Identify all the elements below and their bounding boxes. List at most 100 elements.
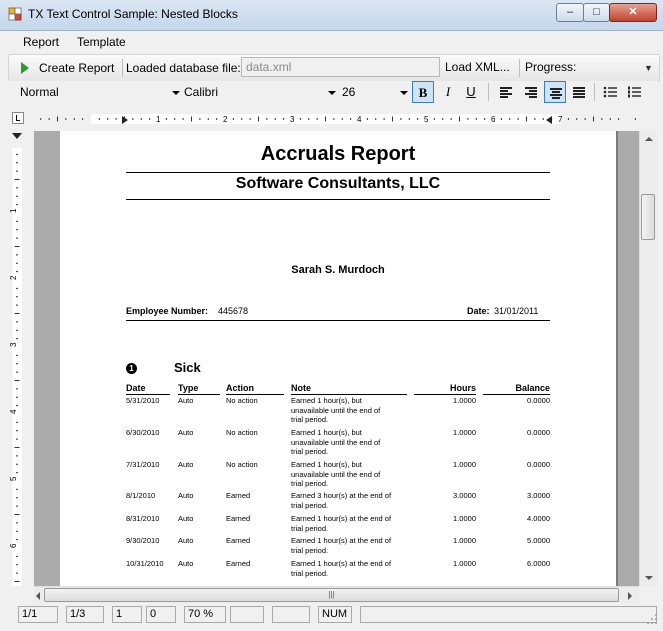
- align-right-button[interactable]: [520, 81, 542, 103]
- ruler-label: 1: [9, 208, 18, 213]
- cell-note-line: Earned 1 hour(s) at the end of: [291, 536, 392, 545]
- maximize-button[interactable]: □: [583, 3, 610, 22]
- status-page: 1/1: [18, 606, 58, 623]
- create-report-button[interactable]: Create Report: [17, 58, 121, 78]
- style-select[interactable]: Normal: [16, 83, 184, 102]
- cell-note-line: trial period.: [291, 545, 329, 555]
- cell-hours: 1.0000: [453, 428, 476, 437]
- toolbar-separator: [488, 83, 489, 101]
- cell-balance: 0.0000: [527, 396, 550, 405]
- status-num-lock: NUM: [318, 606, 352, 623]
- table-row: 5/31/2010 Auto No action Earned 1 hour(s), …: [60, 396, 616, 426]
- cell-hours: 1.0000: [453, 559, 476, 568]
- status-zoom: 70 %: [184, 606, 226, 623]
- table-row: 7/31/2010 Auto No action Earned 1 hour(s), …: [60, 460, 616, 490]
- cell-date: 10/31/2010: [126, 559, 164, 568]
- bold-button[interactable]: B: [412, 81, 434, 103]
- play-icon: [21, 62, 29, 74]
- menu-template[interactable]: Template: [77, 35, 126, 49]
- cell-type: Auto: [178, 396, 194, 405]
- cell-balance: 3.0000: [527, 491, 550, 500]
- horizontal-scrollbar[interactable]: |||: [34, 586, 639, 604]
- cell-hours: 3.0000: [453, 491, 476, 500]
- ruler-label: 3: [290, 115, 295, 124]
- progress-label: Progress:: [525, 60, 577, 74]
- status-column: 0: [146, 606, 176, 623]
- cell-hours: 1.0000: [453, 514, 476, 523]
- format-toolbar: Normal Calibri 26 B I U: [8, 81, 658, 105]
- cell-note-line: Earned 1 hour(s) at the end of: [291, 514, 392, 523]
- ruler-label: 4: [9, 409, 18, 414]
- toolbar-separator: [122, 59, 123, 77]
- cell-note-line: Earned 1 hour(s), but: [291, 396, 362, 405]
- tab-stop-selector[interactable]: [12, 112, 24, 124]
- table-row: 10/31/2010 Auto Earned Earned 1 hour(s) at …: [60, 559, 616, 586]
- cell-action: Earned: [226, 514, 251, 523]
- cell-type: Auto: [178, 491, 194, 500]
- top-margin-marker: [12, 133, 22, 139]
- cell-action: No action: [226, 396, 258, 405]
- align-left-button[interactable]: [495, 81, 517, 103]
- indent-marker: [546, 116, 552, 124]
- horizontal-ruler-ticks: 1 2 3 4 5 6 7: [40, 115, 636, 124]
- main-toolbar: Create Report Loaded database file: Load…: [8, 54, 660, 82]
- document-viewport[interactable]: Accruals Report Software Consultants, LL…: [34, 131, 639, 586]
- scroll-right-icon[interactable]: [624, 587, 636, 604]
- chevron-down-icon: [172, 91, 180, 95]
- toolbar-overflow-icon[interactable]: ▼: [644, 63, 653, 73]
- scroll-down-icon[interactable]: [640, 569, 657, 586]
- database-file-field[interactable]: [241, 57, 440, 77]
- menu-report[interactable]: Report: [23, 35, 59, 49]
- menu-bar: Report Template: [0, 31, 663, 53]
- font-select[interactable]: Calibri: [180, 83, 340, 102]
- window-title: TX Text Control Sample: Nested Blocks: [28, 7, 238, 21]
- cell-note-line: trial period.: [291, 415, 329, 424]
- table-row: 6/30/2010 Auto No action Earned 1 hour(s), …: [60, 428, 616, 458]
- vertical-scroll-thumb[interactable]: [641, 194, 655, 240]
- italic-button[interactable]: I: [437, 81, 459, 103]
- minimize-button[interactable]: –: [556, 3, 584, 22]
- bullet-list-icon[interactable]: [600, 81, 622, 103]
- document-page[interactable]: Accruals Report Software Consultants, LL…: [60, 131, 616, 586]
- ruler-label: 1: [156, 115, 161, 124]
- status-field: [230, 606, 264, 623]
- cell-note-line: unavailable until the end of: [291, 405, 381, 415]
- cell-hours: 1.0000: [453, 460, 476, 469]
- cell-note-line: unavailable until the end of: [291, 437, 381, 447]
- cell-balance: 0.0000: [527, 460, 550, 469]
- align-justify-button[interactable]: [568, 81, 590, 103]
- cell-note-line: trial period.: [291, 500, 329, 510]
- cell-note-line: trial period.: [291, 523, 329, 533]
- vertical-scrollbar[interactable]: [639, 131, 657, 586]
- cell-date: 8/1/2010: [126, 491, 156, 500]
- scroll-up-icon[interactable]: [640, 131, 657, 148]
- toolbar-separator: [594, 83, 595, 101]
- style-value: Normal: [20, 85, 59, 99]
- status-line: 1: [112, 606, 142, 623]
- chevron-down-icon: [328, 91, 336, 95]
- underline-button[interactable]: U: [460, 81, 482, 103]
- align-center-button[interactable]: [544, 81, 566, 103]
- cell-note-line: unavailable until the end of: [291, 469, 381, 479]
- cell-note-line: Earned 1 hour(s), but: [291, 460, 362, 469]
- numbered-list-icon[interactable]: [624, 81, 646, 103]
- title-bar[interactable]: TX Text Control Sample: Nested Blocks – …: [0, 0, 663, 31]
- accruals-table: 5/31/2010 Auto No action Earned 1 hour(s), …: [60, 131, 616, 586]
- cell-type: Auto: [178, 428, 194, 437]
- close-button[interactable]: ✕: [609, 3, 657, 22]
- horizontal-scroll-thumb[interactable]: |||: [44, 588, 619, 602]
- cell-note-line: trial period.: [291, 447, 329, 456]
- cell-balance: 0.0000: [527, 428, 550, 437]
- cell-action: Earned: [226, 559, 251, 568]
- cell-balance: 5.0000: [527, 536, 550, 545]
- load-xml-button[interactable]: Load XML...: [445, 60, 510, 74]
- scroll-left-icon[interactable]: [34, 587, 44, 604]
- cell-hours: 1.0000: [453, 396, 476, 405]
- cell-date: 8/31/2010: [126, 514, 160, 523]
- create-report-label: Create Report: [39, 61, 115, 75]
- resize-grip-icon[interactable]: [646, 613, 658, 625]
- ruler-label: 2: [9, 275, 18, 280]
- cell-date: 6/30/2010: [126, 428, 160, 437]
- cell-note-line: trial period.: [291, 568, 329, 578]
- font-size-select[interactable]: 26: [338, 83, 412, 102]
